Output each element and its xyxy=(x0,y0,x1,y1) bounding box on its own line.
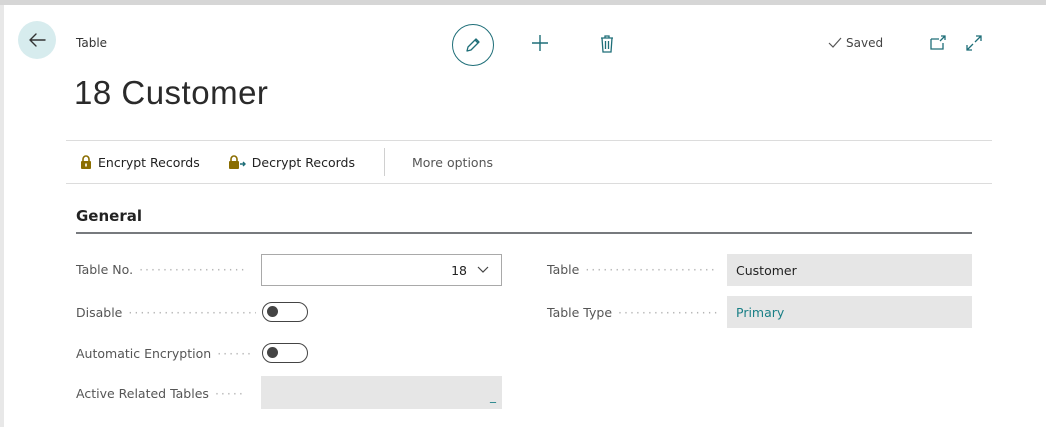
more-options-button[interactable]: More options xyxy=(412,155,493,170)
trash-icon xyxy=(601,35,613,53)
unlock-icon xyxy=(228,155,246,169)
label-dots: ·········· xyxy=(214,386,245,401)
checkmark-icon xyxy=(828,37,842,48)
label-dots: ································ xyxy=(128,305,256,320)
arrow-left-icon xyxy=(29,33,46,47)
page-caption: Table xyxy=(76,36,108,50)
table-no-value: 18 xyxy=(451,262,467,278)
popout-button[interactable] xyxy=(929,34,947,52)
automatic-encryption-toggle[interactable] xyxy=(262,343,308,363)
table-type-field[interactable]: Primary xyxy=(727,296,972,328)
action-bar: Encrypt Records Decrypt Records More opt… xyxy=(66,141,992,183)
action-bar-bottom-divider xyxy=(66,183,992,184)
label-dots: ·········· xyxy=(217,346,254,361)
saved-label: Saved xyxy=(846,36,884,50)
table-no-dropdown[interactable]: 18 xyxy=(261,254,502,286)
decrypt-records-label: Decrypt Records xyxy=(251,154,355,170)
popout-icon xyxy=(930,35,946,50)
saved-status: Saved xyxy=(828,36,883,50)
expand-icon xyxy=(966,35,982,51)
encrypt-records-button[interactable]: Encrypt Records xyxy=(80,155,200,170)
table-type-label: Table Type ·························· xyxy=(547,305,718,320)
active-related-tables-value[interactable]: _ xyxy=(490,389,496,403)
decrypt-records-button[interactable]: Decrypt Records xyxy=(228,155,355,170)
window-left-border xyxy=(0,5,4,427)
page-title: 18 Customer xyxy=(74,74,269,111)
encrypt-records-label: Encrypt Records xyxy=(98,154,200,170)
delete-button[interactable] xyxy=(597,33,617,55)
disable-label: Disable ································ xyxy=(76,305,256,320)
back-button[interactable] xyxy=(18,21,56,59)
pencil-icon xyxy=(466,38,480,52)
table-label: Table ································ xyxy=(547,262,715,277)
lock-icon xyxy=(81,155,91,169)
chevron-down-icon xyxy=(477,266,489,273)
new-button[interactable] xyxy=(530,33,550,53)
toggle-knob xyxy=(267,306,278,317)
disable-toggle[interactable] xyxy=(262,302,308,322)
toggle-knob xyxy=(267,347,278,358)
label-dots: ································ xyxy=(585,262,715,277)
automatic-encryption-label: Automatic Encryption ·········· xyxy=(76,346,254,361)
edit-button[interactable] xyxy=(452,24,494,66)
table-name-field: Customer xyxy=(727,254,972,286)
action-divider xyxy=(384,148,385,176)
plus-icon xyxy=(532,35,548,51)
section-divider xyxy=(76,232,972,234)
label-dots: ·························· xyxy=(139,262,244,277)
active-related-tables-field[interactable]: _ xyxy=(261,376,502,409)
section-title-general[interactable]: General xyxy=(76,207,142,225)
window-top-border xyxy=(0,0,1046,5)
active-related-tables-label: Active Related Tables ·········· xyxy=(76,386,245,401)
table-no-label: Table No. ·························· xyxy=(76,262,244,277)
expand-button[interactable] xyxy=(965,34,983,52)
label-dots: ·························· xyxy=(618,305,718,320)
